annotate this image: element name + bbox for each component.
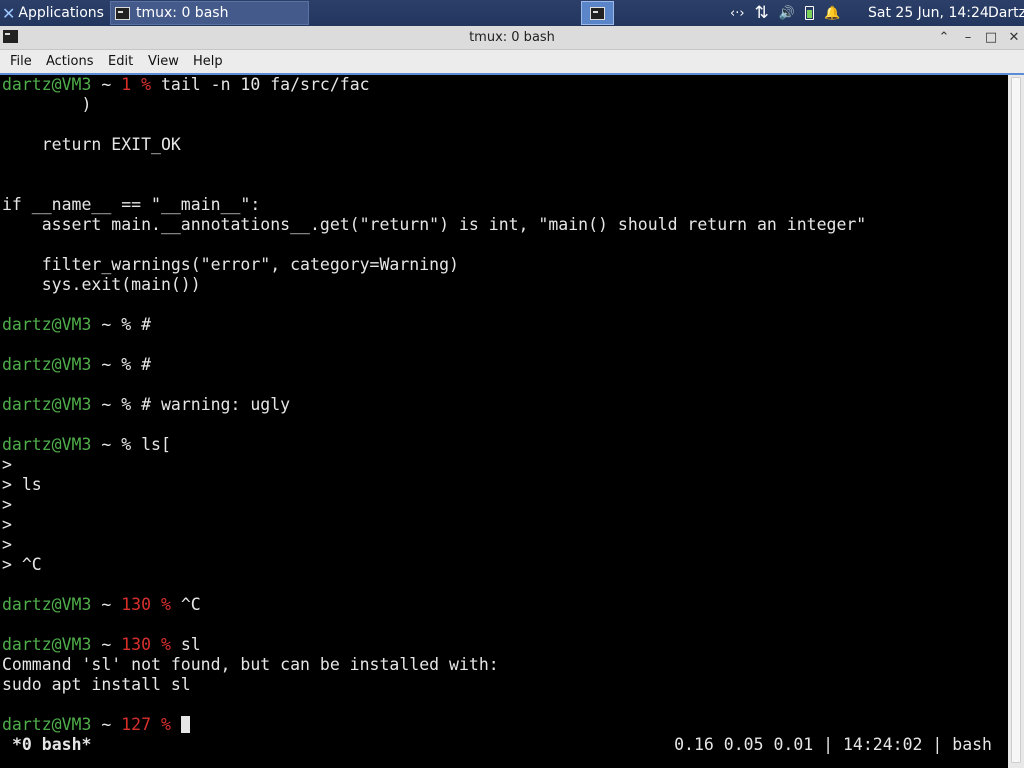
xfce-logo-icon: ✕ — [2, 3, 16, 23]
taskbar-item-label: tmux: 0 bash — [136, 5, 229, 21]
prompt-user: dartz@VM3 — [2, 75, 92, 94]
terminal-icon — [115, 6, 130, 20]
window-title: tmux: 0 bash — [469, 30, 555, 45]
terminal-line: > — [2, 515, 12, 534]
close-button[interactable]: ✕ — [1004, 26, 1024, 50]
battery-icon[interactable] — [804, 6, 814, 20]
applications-label: Applications — [18, 5, 104, 21]
taskbar-item-tmux[interactable]: tmux: 0 bash — [110, 1, 309, 25]
applications-menu[interactable]: ✕ Applications — [2, 0, 104, 26]
clock[interactable]: Sat 25 Jun, 14:24 — [868, 0, 989, 26]
scrollbar[interactable] — [1008, 75, 1024, 768]
transfer-icon[interactable]: ⇅ — [755, 3, 769, 23]
terminal-line: if __name__ == "__main__": — [2, 195, 261, 214]
terminal-line: return EXIT_OK — [2, 135, 181, 154]
terminal-line: dartz@VM3 ~ % ls[ — [2, 435, 171, 454]
network-icon[interactable]: ‹·› — [730, 6, 745, 21]
terminal-line: dartz@VM3 ~ % # — [2, 355, 152, 374]
terminal-icon — [590, 6, 605, 20]
menu-view[interactable]: View — [148, 50, 179, 73]
terminal-line: Command 'sl' not found, but can be insta… — [2, 655, 499, 674]
terminal-prompt-line: dartz@VM3 ~ 127 % — [2, 715, 190, 735]
text-cursor — [180, 716, 190, 733]
terminal-line: dartz@VM3 ~ 130 % ^C — [2, 595, 201, 614]
scrollbar-thumb[interactable] — [1011, 77, 1021, 763]
user-menu[interactable]: Dartz — [988, 0, 1024, 26]
terminal-line: sudo apt install sl — [2, 675, 191, 694]
workspace-switcher[interactable] — [581, 1, 614, 25]
terminal-line: assert main.__annotations__.get("return"… — [2, 215, 867, 234]
minimize-button[interactable]: – — [958, 26, 978, 50]
window-titlebar[interactable]: tmux: 0 bash ⌃ – □ ✕ — [0, 26, 1024, 50]
terminal-line: dartz@VM3 ~ % # — [2, 315, 152, 334]
terminal-area[interactable]: dartz@VM3 ~ 1 % tail -n 10 fa/src/fac ) … — [0, 75, 1008, 768]
maximize-button[interactable]: □ — [981, 26, 1001, 50]
terminal-line: dartz@VM3 ~ 130 % sl — [2, 635, 201, 654]
terminal-line: dartz@VM3 ~ 1 % tail -n 10 fa/src/fac — [2, 75, 370, 94]
tmux-status-info: 0.16 0.05 0.01 | 14:24:02 | bash — [674, 735, 992, 754]
shade-button[interactable]: ⌃ — [934, 26, 954, 50]
terminal-line: > — [2, 455, 12, 474]
terminal-line: > ls — [2, 475, 42, 494]
menu-actions[interactable]: Actions — [46, 50, 94, 73]
menu-file[interactable]: File — [10, 50, 32, 73]
volume-icon[interactable]: 🔊 — [779, 6, 795, 21]
menu-help[interactable]: Help — [193, 50, 223, 73]
tmux-window-label[interactable]: *0 bash* — [12, 734, 91, 756]
terminal-line: > — [2, 495, 12, 514]
terminal-line: filter_warnings("error", category=Warnin… — [2, 255, 459, 274]
menu-bar: File Actions Edit View Help — [0, 50, 1024, 73]
terminal-line: dartz@VM3 ~ % # warning: ugly — [2, 395, 291, 414]
tmux-status-bar: *0 bash* 0.16 0.05 0.01 | 14:24:02 | bas… — [0, 734, 1008, 756]
terminal-line: > — [2, 535, 12, 554]
terminal-line: ) — [2, 95, 92, 114]
system-tray: ‹·› ⇅ 🔊 🔔 — [730, 0, 840, 26]
top-panel: ✕ Applications tmux: 0 bash ‹·› ⇅ 🔊 🔔 Sa… — [0, 0, 1024, 26]
notification-icon[interactable]: 🔔 — [824, 6, 840, 21]
terminal-line: > ^C — [2, 555, 42, 574]
menu-edit[interactable]: Edit — [108, 50, 133, 73]
terminal-line: sys.exit(main()) — [2, 275, 201, 294]
